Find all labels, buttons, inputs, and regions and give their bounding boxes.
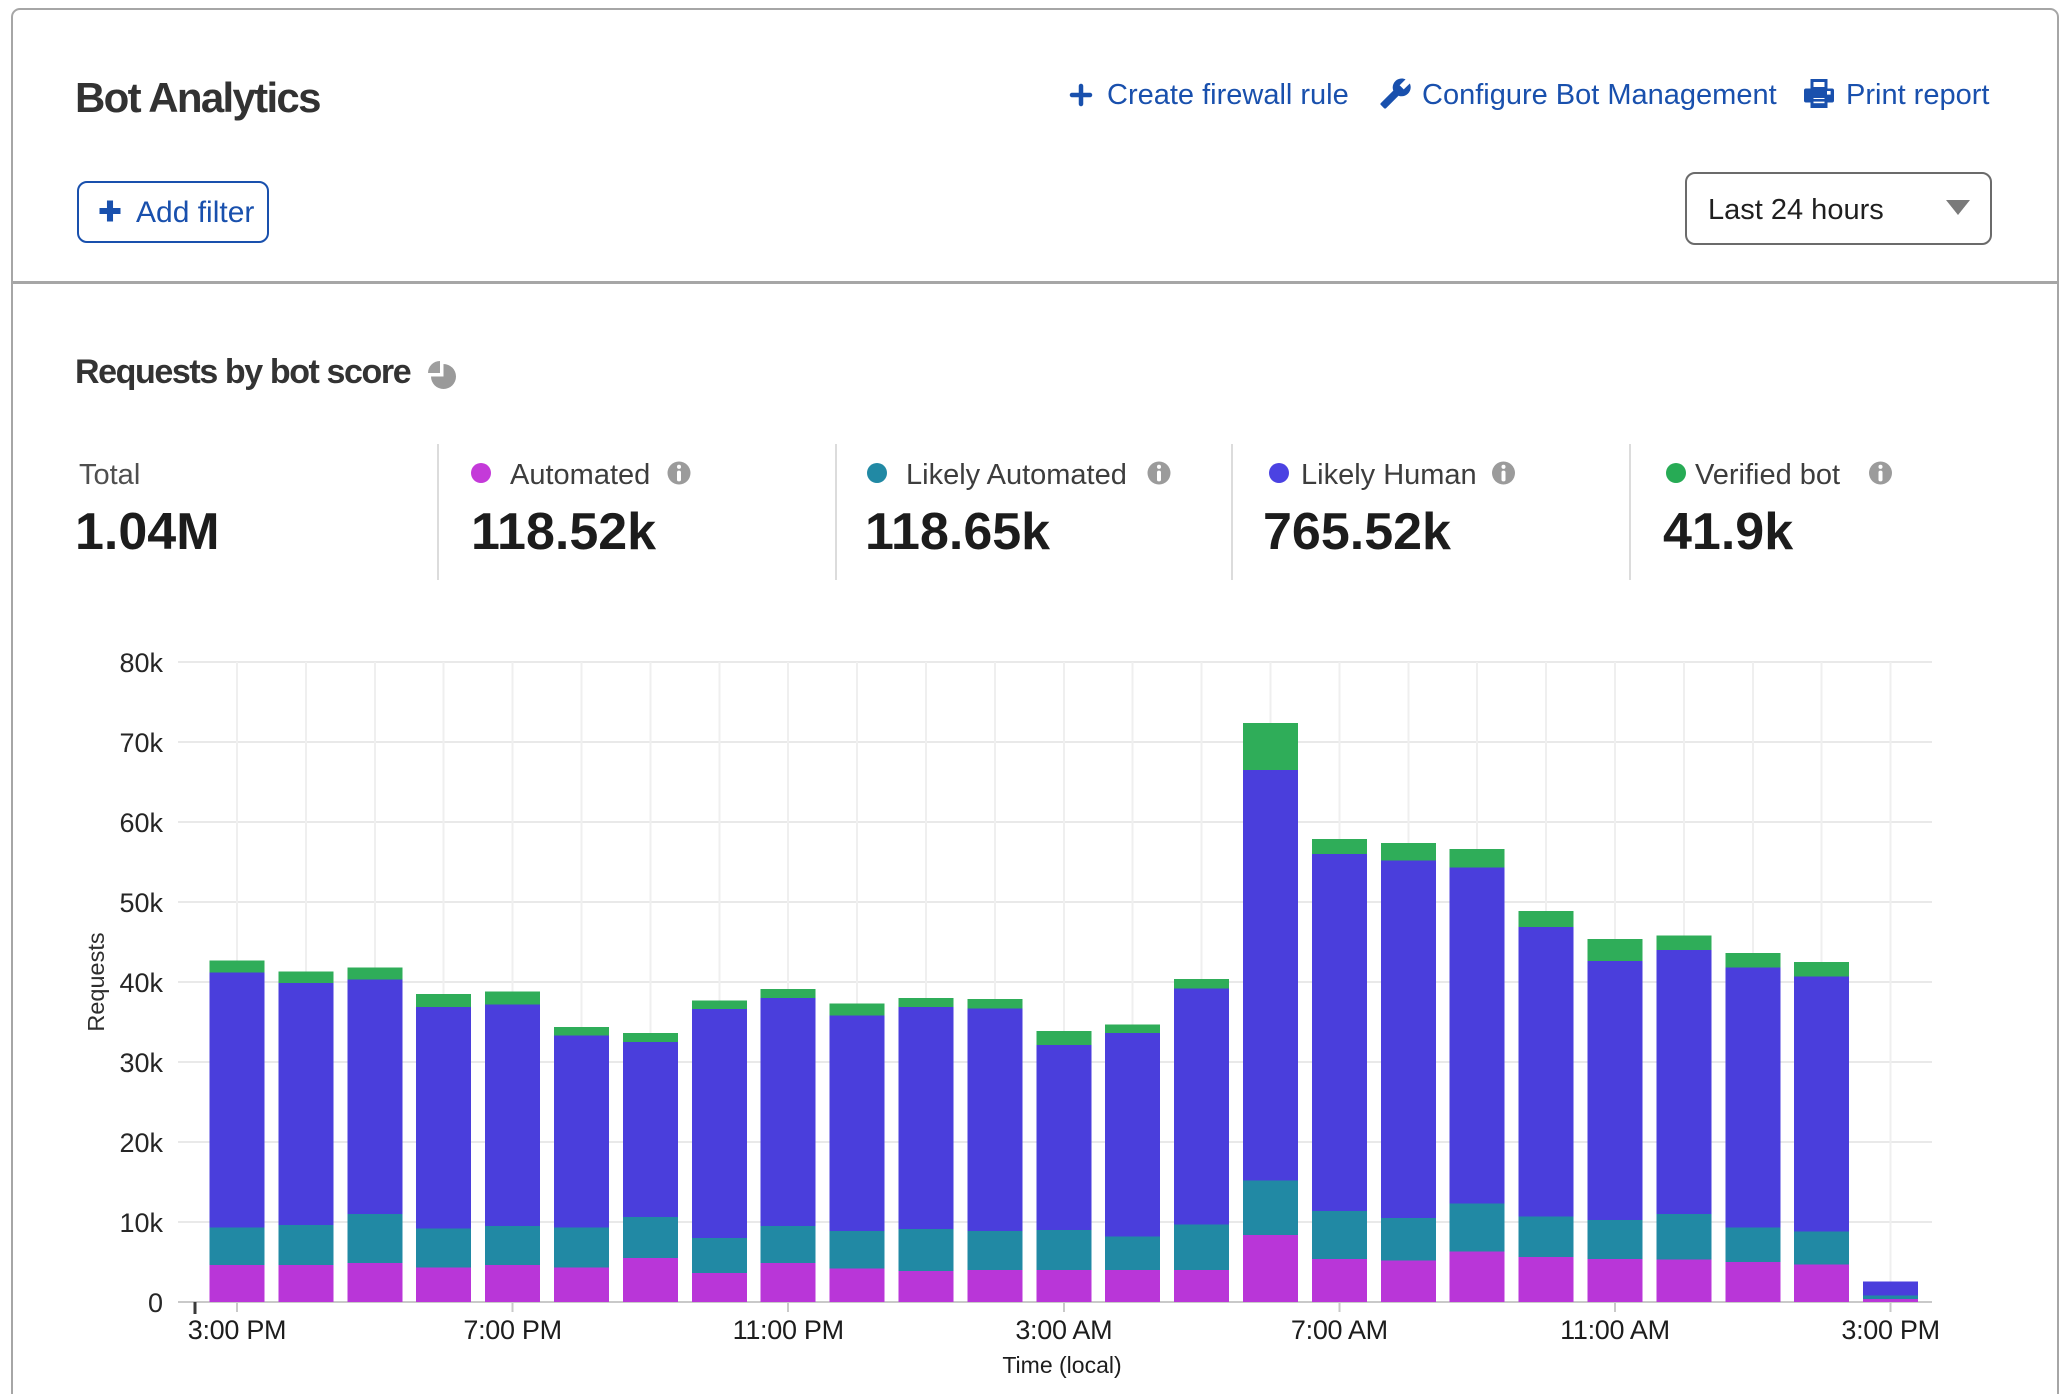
- svg-text:3:00 PM: 3:00 PM: [188, 1315, 286, 1345]
- svg-text:3:00 PM: 3:00 PM: [1841, 1315, 1939, 1345]
- svg-text:30k: 30k: [119, 1048, 163, 1078]
- svg-text:50k: 50k: [119, 888, 163, 918]
- svg-text:11:00 PM: 11:00 PM: [733, 1315, 844, 1345]
- svg-text:7:00 PM: 7:00 PM: [463, 1315, 561, 1345]
- svg-text:3:00 AM: 3:00 AM: [1015, 1315, 1112, 1345]
- svg-text:80k: 80k: [119, 648, 163, 678]
- svg-text:60k: 60k: [119, 808, 163, 838]
- svg-text:20k: 20k: [119, 1128, 163, 1158]
- svg-text:10k: 10k: [119, 1208, 163, 1238]
- svg-text:40k: 40k: [119, 968, 163, 998]
- svg-text:11:00 AM: 11:00 AM: [1560, 1315, 1670, 1345]
- svg-text:0: 0: [148, 1288, 163, 1318]
- svg-text:Time (local): Time (local): [1002, 1352, 1121, 1378]
- svg-text:70k: 70k: [119, 728, 163, 758]
- svg-text:7:00 AM: 7:00 AM: [1291, 1315, 1388, 1345]
- svg-text:Requests: Requests: [83, 932, 109, 1031]
